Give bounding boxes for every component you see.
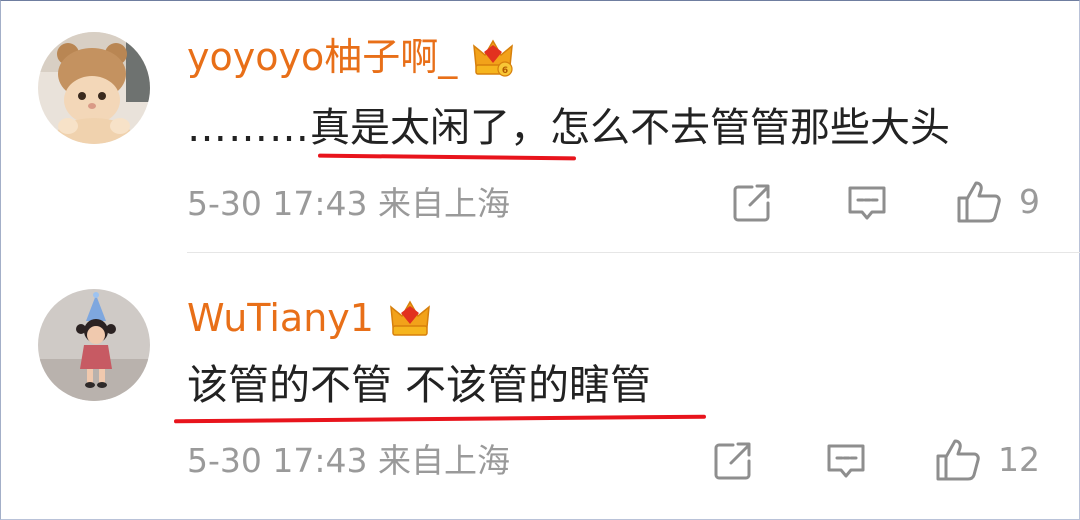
share-icon [714, 442, 751, 480]
comment-text: 该管的不管 不该管的瞎管 [187, 356, 651, 414]
avatar[interactable] [38, 289, 150, 401]
share-button[interactable] [711, 439, 755, 483]
comment-source: 来自上海 [378, 184, 510, 223]
reply-button[interactable] [824, 440, 868, 484]
like-count: 9 [1019, 182, 1040, 221]
comment-time: 5-30 17:43 [187, 184, 368, 223]
like-count: 12 [998, 440, 1040, 479]
comment-time: 5-30 17:43 [187, 441, 368, 480]
comment-header: WuTiany1 [187, 291, 432, 345]
thumbs-up-icon [957, 181, 1001, 223]
comment-text-rest: 怎么不去管管那些大头 [550, 105, 950, 151]
comment-text: ………真是太闲了，怎么不去管管那些大头 [187, 100, 950, 156]
username-link[interactable]: WuTiany1 [187, 291, 374, 345]
share-icon [733, 184, 770, 222]
comment-meta: 5-30 17:43 来自上海 [187, 181, 510, 227]
comment-meta: 5-30 17:43 来自上海 [187, 438, 510, 484]
comment-text-prefix: ……… [187, 105, 310, 151]
like-button[interactable]: 9 [955, 178, 1040, 226]
comment-item: yoyoyo柚子啊_ 6 ………真是太闲了，怎么不去管管那些大头 5-30 17… [0, 0, 1080, 252]
comment-icon [848, 186, 886, 220]
like-button[interactable]: 12 [934, 436, 1040, 484]
comment-text-highlight: 真是太闲了， [310, 105, 550, 151]
svg-text:6: 6 [502, 66, 508, 76]
comment-text-highlight: 该管的不管 不该管的瞎管 [187, 361, 652, 409]
crown-vip-icon[interactable] [388, 297, 432, 339]
comment-source: 来自上海 [378, 441, 510, 480]
comment-item: WuTiany1 该管的不管 不该管的瞎管 5-30 17:43 来自上海 12 [0, 253, 1080, 520]
avatar-image [38, 289, 150, 401]
comment-header: yoyoyo柚子啊_ 6 [187, 30, 515, 84]
red-underline-annotation [173, 414, 707, 424]
crown-vip-icon[interactable]: 6 [471, 36, 515, 78]
share-button[interactable] [730, 181, 774, 225]
thumbs-up-icon [936, 439, 980, 481]
avatar[interactable] [38, 32, 150, 144]
avatar-image [38, 32, 150, 144]
comment-icon [827, 444, 865, 478]
username-link[interactable]: yoyoyo柚子啊_ [187, 30, 457, 84]
reply-button[interactable] [845, 182, 889, 226]
